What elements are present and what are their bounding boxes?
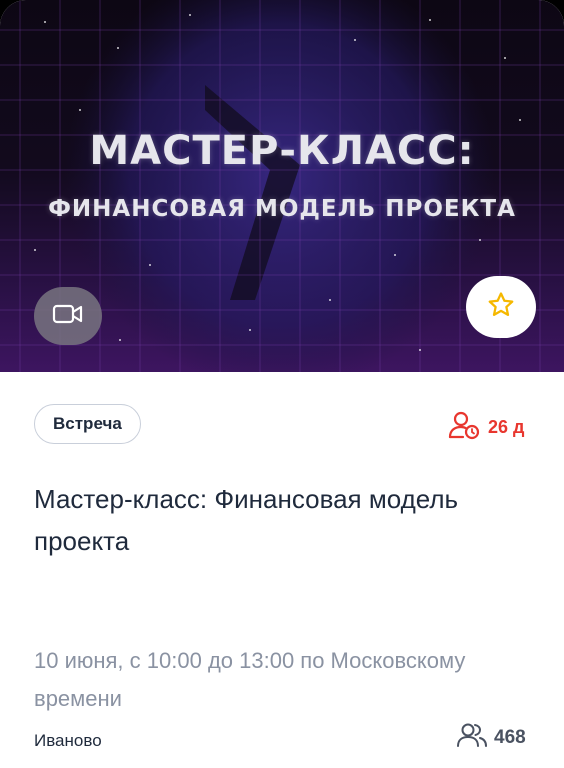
star-icon xyxy=(486,290,516,325)
registration-deadline: 26 д xyxy=(448,410,524,445)
event-card[interactable]: МАСТЕР-КЛАСС: ФИНАНСОВАЯ МОДЕЛЬ ПРОЕКТА … xyxy=(0,0,564,768)
event-type-badge[interactable]: Встреча xyxy=(34,404,141,444)
user-clock-icon xyxy=(448,410,482,445)
event-datetime: 10 июня, с 10:00 до 13:00 по Московскому… xyxy=(34,648,466,711)
event-title[interactable]: Мастер-класс: Финансовая модель проекта xyxy=(34,478,524,562)
banner-title-line2: ФИНАНСОВАЯ МОДЕЛЬ ПРОЕКТА xyxy=(48,196,516,222)
participants-count: 468 xyxy=(456,722,526,754)
users-icon xyxy=(456,722,488,754)
video-button[interactable] xyxy=(34,287,102,345)
participants-number: 468 xyxy=(494,727,526,748)
event-city: Иваново xyxy=(34,731,102,750)
favorite-button[interactable] xyxy=(466,276,536,338)
video-camera-icon xyxy=(52,303,84,330)
event-banner[interactable]: МАСТЕР-КЛАСС: ФИНАНСОВАЯ МОДЕЛЬ ПРОЕКТА xyxy=(0,0,564,372)
banner-title-line1: МАСТЕР-КЛАСС: xyxy=(89,128,475,174)
deadline-text: 26 д xyxy=(488,417,525,437)
